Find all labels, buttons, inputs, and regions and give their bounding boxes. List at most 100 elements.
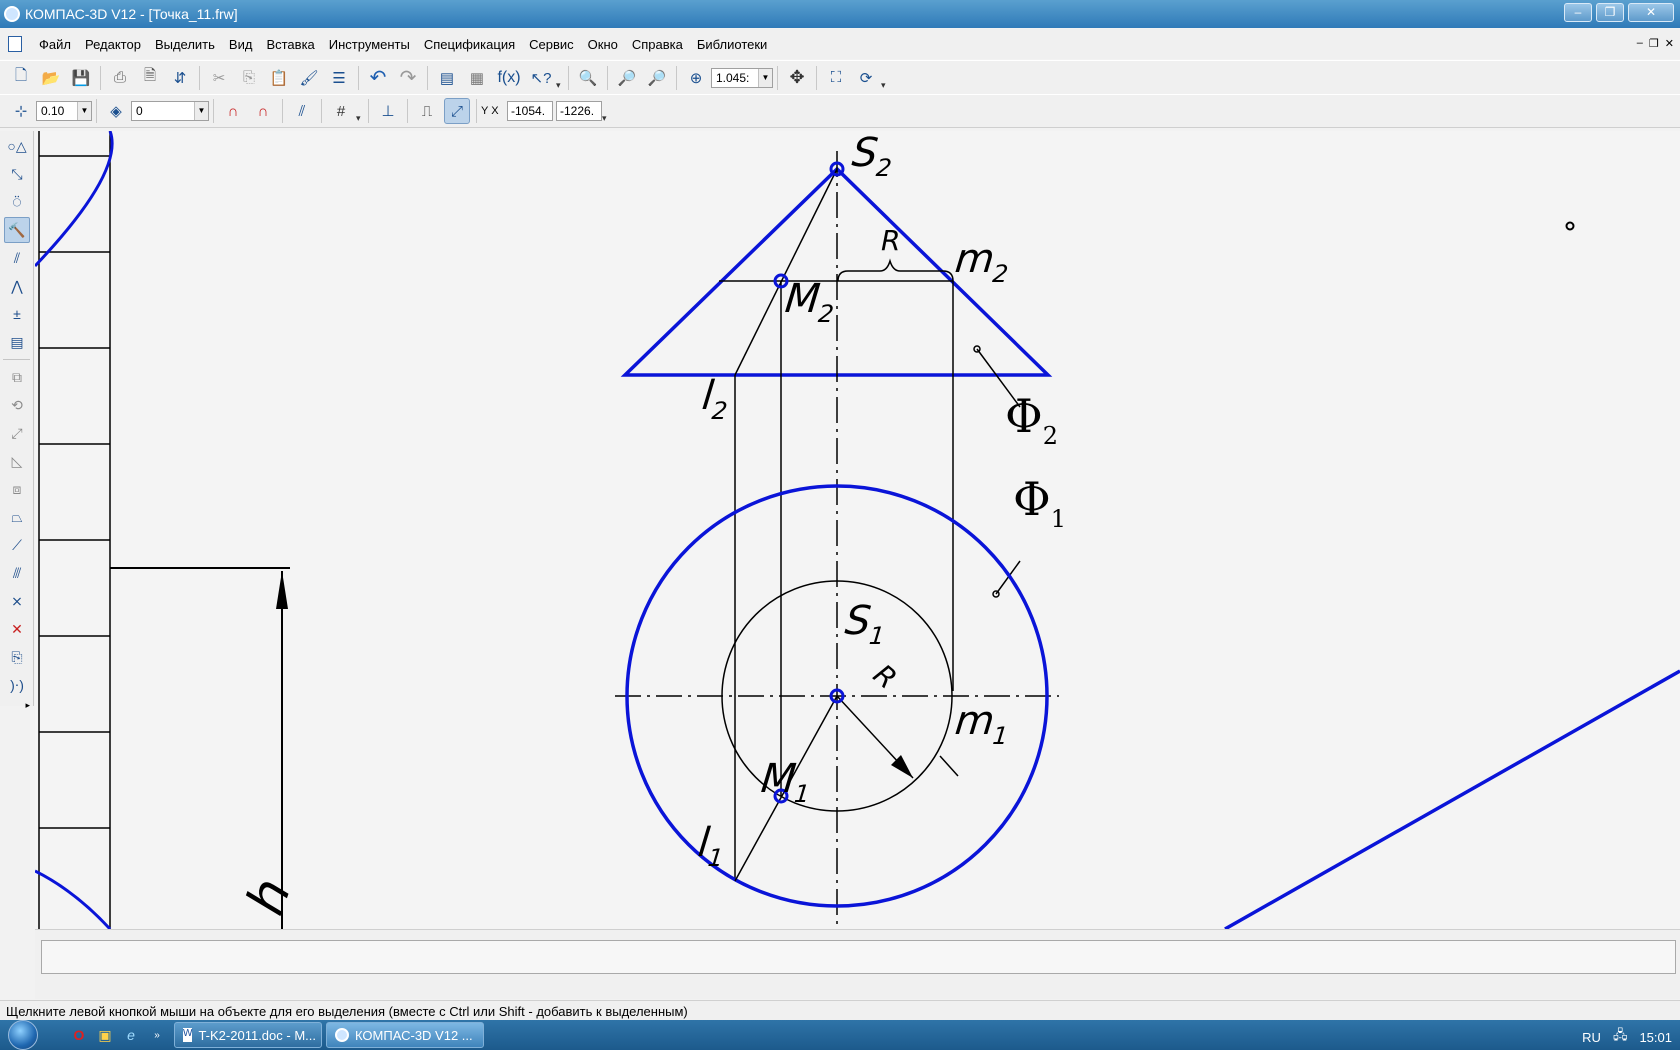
app-quicklaunch-icon[interactable]: ▣ bbox=[94, 1024, 116, 1046]
ie-icon[interactable]: e bbox=[120, 1024, 142, 1046]
edit-tool-icon[interactable]: 🔨 bbox=[4, 217, 30, 243]
coord-y-field[interactable]: -1226. bbox=[556, 101, 602, 121]
menu-service[interactable]: Сервис bbox=[522, 37, 581, 52]
symmetry-icon[interactable]: ◺ bbox=[4, 448, 30, 474]
zoom-frame-icon[interactable]: 🔍 bbox=[575, 65, 601, 91]
refresh-icon[interactable]: ⟳ bbox=[853, 65, 879, 91]
menu-libraries[interactable]: Библиотеки bbox=[690, 37, 774, 52]
menu-tools[interactable]: Инструменты bbox=[322, 37, 417, 52]
doc-minimize-button[interactable]: – bbox=[1637, 37, 1643, 50]
chevron-down-icon[interactable]: ▼ bbox=[77, 102, 91, 120]
document-icon[interactable] bbox=[8, 36, 22, 52]
help-pointer-icon[interactable]: ↖? bbox=[528, 65, 554, 91]
zoom-out-icon[interactable]: 🔎 bbox=[644, 65, 670, 91]
snap-local-icon[interactable]: ∩ bbox=[250, 98, 276, 124]
spec-icon[interactable]: ▤ bbox=[4, 329, 30, 355]
menu-specification[interactable]: Спецификация bbox=[417, 37, 522, 52]
doc-restore-button[interactable]: ❐ bbox=[1649, 37, 1659, 50]
measure-icon[interactable]: ⋀ bbox=[4, 273, 30, 299]
step-combo[interactable]: 0.10 ▼ bbox=[36, 101, 92, 121]
paste-icon[interactable]: 📋 bbox=[266, 65, 292, 91]
layer-combo[interactable]: 0 ▼ bbox=[131, 101, 209, 121]
ortho-icon[interactable]: ⫽ bbox=[289, 98, 315, 124]
chevron-down-icon[interactable]: ▼ bbox=[194, 102, 208, 120]
opera-icon[interactable]: O bbox=[68, 1024, 90, 1046]
param-mode-icon[interactable]: ⤢ bbox=[444, 98, 470, 124]
grid-step-icon[interactable]: ⊹ bbox=[8, 98, 34, 124]
clock[interactable]: 15:01 bbox=[1639, 1030, 1672, 1045]
maximize-button[interactable]: ❐ bbox=[1596, 3, 1624, 22]
more-icon[interactable]: » bbox=[146, 1024, 168, 1046]
cut-icon[interactable]: ✂ bbox=[206, 65, 232, 91]
geometry-icon[interactable]: ○△ bbox=[4, 133, 30, 159]
kompas-app-icon bbox=[4, 6, 20, 22]
manager-icon[interactable]: ▤ bbox=[434, 65, 460, 91]
menu-view[interactable]: Вид bbox=[222, 37, 260, 52]
copy-tool-icon[interactable]: ⧈ bbox=[4, 476, 30, 502]
dimensions-icon[interactable]: ⤡ bbox=[4, 161, 30, 187]
extend-icon[interactable]: ⨯ bbox=[4, 588, 30, 614]
start-button[interactable] bbox=[0, 1020, 46, 1050]
label-phi1: Φ1 bbox=[1013, 472, 1066, 533]
drawing-canvas[interactable]: h S2 M2 m2 l2 Φ2 Φ1 S1 M1 m1 l1 R R bbox=[35, 131, 1680, 929]
menu-editor[interactable]: Редактор bbox=[78, 37, 148, 52]
delete-part-icon[interactable]: ✕ bbox=[4, 616, 30, 642]
regenerate-icon[interactable]: ⛶ bbox=[823, 65, 849, 91]
trim-icon[interactable]: ⫻ bbox=[4, 560, 30, 586]
menu-window[interactable]: Окно bbox=[581, 37, 625, 52]
menu-insert[interactable]: Вставка bbox=[259, 37, 321, 52]
export-icon[interactable]: ⇵ bbox=[167, 65, 193, 91]
language-indicator[interactable]: RU bbox=[1582, 1030, 1601, 1045]
grid-icon[interactable]: # bbox=[328, 98, 354, 124]
layer-value: 0 bbox=[136, 104, 143, 118]
deform-icon[interactable]: ⏢ bbox=[4, 504, 30, 530]
format-painter-icon[interactable]: 🖌 bbox=[296, 65, 322, 91]
open-folder-icon[interactable]: 📂 bbox=[38, 65, 64, 91]
network-icon[interactable]: 🖧 bbox=[1613, 1026, 1628, 1048]
property-field[interactable] bbox=[41, 940, 1676, 974]
symbols-icon[interactable]: ⍥ bbox=[4, 189, 30, 215]
copy-icon[interactable]: ⎘ bbox=[236, 65, 262, 91]
minimize-button[interactable]: – bbox=[1564, 3, 1592, 22]
label-s2: S2 bbox=[849, 131, 893, 182]
print-preview-icon[interactable]: 🗎 bbox=[137, 65, 163, 91]
menu-help[interactable]: Справка bbox=[625, 37, 690, 52]
menu-file[interactable]: Файл bbox=[32, 37, 78, 52]
coord-x-field[interactable]: -1054. bbox=[507, 101, 553, 121]
properties-icon[interactable]: ☰ bbox=[326, 65, 352, 91]
clipboard-icon[interactable]: ⎘ bbox=[4, 644, 30, 670]
close-button[interactable]: ✕ bbox=[1628, 3, 1674, 22]
layers-icon[interactable]: ◈ bbox=[103, 98, 129, 124]
equidistant-icon[interactable]: )⋅) bbox=[4, 672, 30, 698]
library-icon[interactable]: ▦ bbox=[464, 65, 490, 91]
label-m1: M1 bbox=[758, 756, 812, 808]
task-word[interactable]: W T-K2-2011.doc - M... bbox=[174, 1022, 322, 1048]
local-cs-icon[interactable]: ⊥ bbox=[375, 98, 401, 124]
task-kompas[interactable]: КОМПАС-3D V12 ... bbox=[326, 1022, 484, 1048]
menu-select[interactable]: Выделить bbox=[148, 37, 222, 52]
new-document-icon[interactable]: 🗋 bbox=[8, 65, 34, 91]
pan-icon[interactable]: ✥ bbox=[784, 65, 810, 91]
label-m2: M2 bbox=[782, 276, 836, 328]
menu-bar: Файл Редактор Выделить Вид Вставка Инстр… bbox=[0, 29, 1680, 59]
doc-close-button[interactable]: ✕ bbox=[1665, 37, 1674, 50]
scale-icon[interactable]: ⤢ bbox=[4, 420, 30, 446]
zoom-in-icon[interactable]: 🔎 bbox=[614, 65, 640, 91]
variables-icon[interactable]: f(x) bbox=[494, 65, 524, 91]
rotate-icon[interactable]: ⟲ bbox=[4, 392, 30, 418]
redo-icon[interactable]: ↷ bbox=[395, 65, 421, 91]
zoom-combo[interactable]: 1.045: ▼ bbox=[711, 67, 773, 88]
undo-icon[interactable]: ↶ bbox=[365, 65, 391, 91]
params-icon[interactable]: ⫽ bbox=[4, 245, 30, 271]
print-icon[interactable]: ⎙ bbox=[107, 65, 133, 91]
break-icon[interactable]: ⟋ bbox=[4, 532, 30, 558]
snap-magnet-icon[interactable]: ∩ bbox=[220, 98, 246, 124]
select-tool-icon[interactable]: ± bbox=[4, 301, 30, 327]
title-bar: КОМПАС-3D V12 - [Точка_11.frw] – ❐ ✕ bbox=[0, 0, 1680, 28]
round-icon[interactable]: ⎍ bbox=[414, 98, 440, 124]
chevron-down-icon[interactable]: ▼ bbox=[758, 68, 772, 87]
drawing-svg[interactable]: h bbox=[35, 131, 1680, 929]
zoom-scale-icon[interactable]: ⊕ bbox=[683, 65, 709, 91]
save-icon[interactable]: 💾 bbox=[68, 65, 94, 91]
move-icon[interactable]: ⧉ bbox=[4, 364, 30, 390]
